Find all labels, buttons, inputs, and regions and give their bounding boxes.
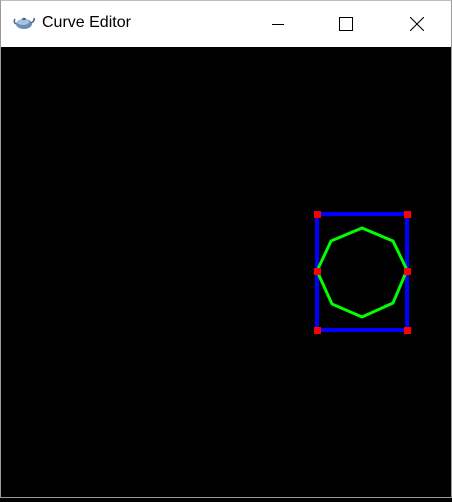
title-bar[interactable]: Curve Editor (1, 1, 451, 47)
teapot-icon (13, 13, 35, 33)
minimize-icon (272, 24, 284, 25)
control-point[interactable] (314, 211, 321, 218)
control-point[interactable] (314, 327, 321, 334)
drawing-canvas[interactable] (1, 47, 451, 497)
maximize-button[interactable] (323, 1, 369, 47)
control-point[interactable] (404, 268, 411, 275)
close-button[interactable] (394, 1, 440, 47)
control-point[interactable] (404, 327, 411, 334)
control-polygon (315, 212, 409, 332)
maximize-icon (339, 17, 353, 31)
minimize-button[interactable] (255, 1, 301, 47)
curve (315, 226, 409, 319)
close-icon (410, 17, 424, 31)
window-title: Curve Editor (42, 14, 131, 31)
control-point[interactable] (404, 211, 411, 218)
app-window: Curve Editor (0, 0, 452, 498)
control-point[interactable] (314, 268, 321, 275)
